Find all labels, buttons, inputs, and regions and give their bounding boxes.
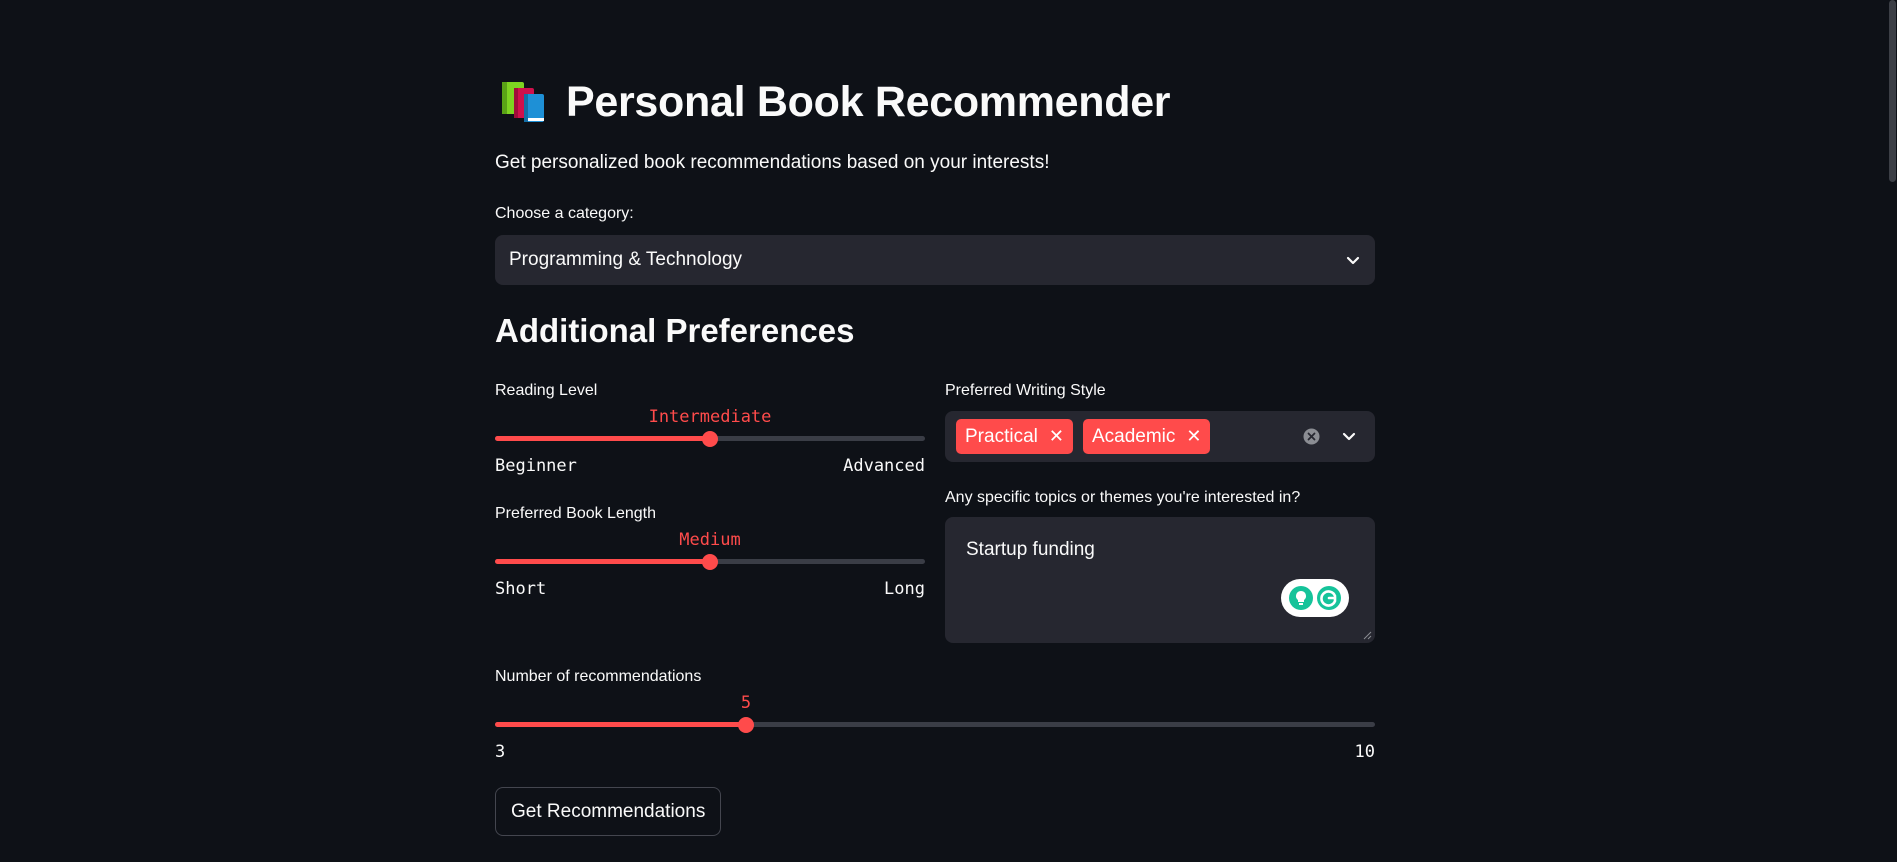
chip-label: Practical bbox=[965, 425, 1038, 447]
writing-style-multiselect[interactable]: Practical ✕ Academic ✕ bbox=[945, 411, 1375, 462]
reading-level-value: Intermediate bbox=[648, 407, 772, 427]
topics-label: Any specific topics or themes you're int… bbox=[945, 489, 1301, 506]
grammarly-icon bbox=[1289, 586, 1341, 610]
recommendations-min-label: 3 bbox=[495, 742, 506, 762]
book-length-track[interactable] bbox=[495, 553, 925, 570]
reading-level-fill bbox=[495, 436, 710, 441]
recommendations-value: 5 bbox=[740, 693, 752, 713]
chip-practical: Practical ✕ bbox=[956, 419, 1073, 454]
page-title: Personal Book Recommender bbox=[566, 77, 1171, 126]
chip-academic: Academic ✕ bbox=[1082, 419, 1211, 454]
reading-level-slider: Reading Level Intermediate Beginner Adva… bbox=[495, 382, 925, 482]
topics-textarea[interactable]: Startup funding bbox=[945, 517, 1375, 643]
chevron-down-icon bbox=[1346, 256, 1360, 265]
category-label: Choose a category: bbox=[495, 205, 634, 222]
title-row: Personal Book Recommender bbox=[500, 72, 1171, 132]
category-selected-value: Programming & Technology bbox=[509, 249, 743, 270]
scrollbar-thumb[interactable] bbox=[1889, 0, 1896, 182]
category-select[interactable]: Programming & Technology bbox=[495, 235, 1375, 285]
recommendations-label: Number of recommendations bbox=[495, 668, 702, 685]
reading-level-min-label: Beginner bbox=[495, 456, 577, 476]
book-length-value: Medium bbox=[679, 530, 741, 550]
reading-level-label: Reading Level bbox=[495, 382, 598, 399]
recommendations-max-label: 10 bbox=[1354, 742, 1375, 762]
scrollbar[interactable] bbox=[1888, 0, 1897, 862]
grammarly-widget[interactable] bbox=[1281, 579, 1349, 617]
book-length-min-label: Short bbox=[495, 579, 547, 599]
chip-label: Academic bbox=[1091, 425, 1176, 447]
book-length-slider: Preferred Book Length Medium Short Long bbox=[495, 505, 925, 605]
reading-level-max-label: Advanced bbox=[843, 456, 925, 476]
writing-style-label: Preferred Writing Style bbox=[945, 382, 1106, 399]
topics-text: Startup funding bbox=[966, 539, 1095, 560]
remove-chip-icon[interactable]: ✕ bbox=[1186, 426, 1201, 447]
recommendations-fill bbox=[495, 722, 746, 727]
page-subtitle: Get personalized book recommendations ba… bbox=[495, 152, 1050, 173]
remove-chip-icon[interactable]: ✕ bbox=[1049, 426, 1064, 447]
recommendations-slider: Number of recommendations 5 3 10 bbox=[495, 668, 1375, 768]
books-icon bbox=[502, 82, 544, 122]
book-length-max-label: Long bbox=[884, 579, 925, 599]
reading-level-thumb[interactable] bbox=[702, 430, 718, 447]
book-length-thumb[interactable] bbox=[702, 553, 718, 570]
get-recommendations-button[interactable]: Get Recommendations bbox=[495, 787, 722, 836]
book-length-fill bbox=[495, 559, 710, 564]
section-heading: Additional Preferences bbox=[495, 312, 855, 349]
chevron-down-icon[interactable] bbox=[1341, 428, 1357, 444]
resize-handle-icon[interactable] bbox=[1363, 631, 1372, 640]
recommendations-track[interactable] bbox=[495, 716, 1375, 733]
book-length-label: Preferred Book Length bbox=[495, 505, 656, 522]
reading-level-track[interactable] bbox=[495, 430, 925, 447]
recommendations-thumb[interactable] bbox=[738, 716, 754, 733]
app-page: Personal Book Recommender Get personaliz… bbox=[0, 0, 1897, 862]
clear-all-icon[interactable] bbox=[1303, 428, 1320, 445]
